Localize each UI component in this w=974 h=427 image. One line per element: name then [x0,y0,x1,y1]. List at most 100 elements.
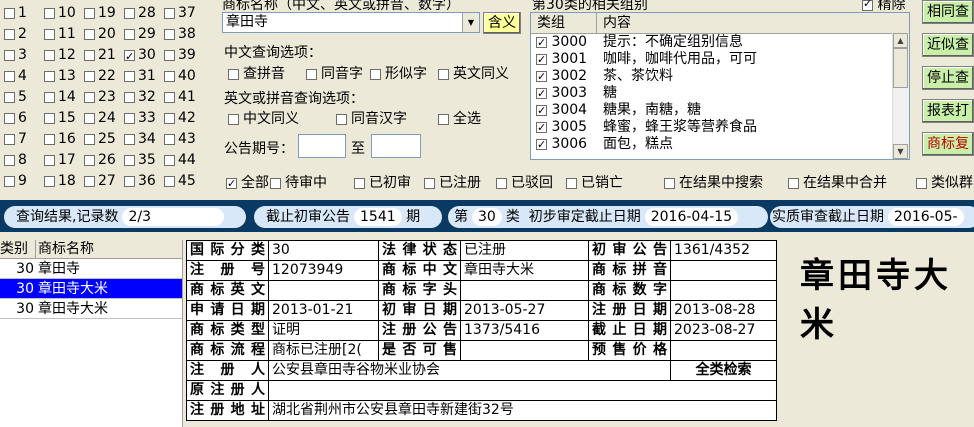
status-filter-5[interactable]: 已销亡 [566,174,623,192]
class-checkbox-10[interactable]: 10 [44,3,76,23]
class-checkbox-28[interactable]: 28 [124,3,156,23]
class-checkbox-24[interactable]: 24 [84,108,116,128]
cn-option-0[interactable]: 查拼音 [228,65,285,83]
dropdown-arrow-icon[interactable]: ▼ [462,13,479,32]
class-checkbox-1[interactable]: 1 [4,3,27,23]
class-checkbox-2[interactable]: 2 [4,24,27,44]
result-row[interactable]: 30 章田寺 [0,259,182,279]
class-checkbox-33[interactable]: 33 [124,108,156,128]
status-filter-1[interactable]: 待审中 [270,174,327,192]
related-groups-list[interactable]: 类组 内容 3000 提示：不确定组别信息 3001 咖啡，咖啡代用品，可可 300… [530,12,910,160]
checkbox-icon[interactable] [536,119,547,136]
result-list[interactable]: 类别 商标名称 30 章田寺 30 章田寺大米 30 章田寺大米 [0,240,183,427]
checkbox-icon[interactable] [536,51,547,68]
class-checkbox-30[interactable]: 30 [124,45,156,67]
search-input[interactable]: 章田寺 ▼ [222,12,480,33]
en-option-1[interactable]: 同音汉字 [336,110,407,128]
class-checkbox-7[interactable]: 7 [4,129,27,149]
result-row[interactable]: 30 章田寺大米 [0,299,182,319]
class-checkbox-5[interactable]: 5 [4,87,27,107]
search-in-option-1[interactable]: 在结果中合并 [788,174,887,192]
class-checkbox-18[interactable]: 18 [44,171,76,191]
result-name: 章田寺 [38,261,80,277]
scroll-down-icon[interactable]: ▼ [893,144,908,159]
class-checkbox-16[interactable]: 16 [44,129,76,149]
status-filter-0[interactable]: 全部 [226,174,269,193]
class-checkbox-12[interactable]: 12 [44,45,76,65]
class-checkbox-39[interactable]: 39 [164,45,196,65]
class-checkbox-26[interactable]: 26 [84,150,116,170]
report-print-button[interactable]: 报表打 [922,99,974,123]
checkbox-icon[interactable] [536,136,547,153]
class-checkbox-35[interactable]: 35 [124,150,156,170]
class-checkbox-21[interactable]: 21 [84,45,116,65]
class-checkbox-25[interactable]: 25 [84,129,116,149]
en-option-2[interactable]: 全选 [438,110,481,128]
col-group-header[interactable]: 类组 [531,13,597,33]
class-checkbox-22[interactable]: 22 [84,66,116,86]
trademark-review-button[interactable]: 商标复 [922,132,974,156]
related-row[interactable]: 3002 茶、茶饮料 [531,68,909,85]
class-checkbox-44[interactable]: 44 [164,150,196,170]
checkbox-icon[interactable] [536,102,547,119]
result-row[interactable]: 30 章田寺大米 [0,279,182,299]
class-checkbox-34[interactable]: 34 [124,129,156,149]
related-row[interactable]: 3004 糖果，南糖，糖 [531,102,909,119]
class-checkbox-29[interactable]: 29 [124,24,156,44]
class-checkbox-32[interactable]: 32 [124,87,156,107]
cn-option-2[interactable]: 形似字 [370,65,427,83]
related-row[interactable]: 3001 咖啡，咖啡代用品，可可 [531,51,909,68]
class-checkbox-9[interactable]: 9 [4,171,27,191]
class-checkbox-14[interactable]: 14 [44,87,76,107]
related-scrollbar[interactable]: ▲ ▼ [892,33,909,159]
class-checkbox-8[interactable]: 8 [4,150,27,170]
related-row[interactable]: 3000 提示：不确定组别信息 [531,34,909,51]
search-in-option-2[interactable]: 类似群 [916,174,973,192]
class-checkbox-23[interactable]: 23 [84,87,116,107]
class-checkbox-41[interactable]: 41 [164,87,196,107]
class-checkbox-38[interactable]: 38 [164,24,196,44]
class-checkbox-42[interactable]: 42 [164,108,196,128]
class-checkbox-45[interactable]: 45 [164,171,196,191]
class-checkbox-43[interactable]: 43 [164,129,196,149]
status-filter-2[interactable]: 已初审 [354,174,411,192]
col-content-header[interactable]: 内容 [597,13,897,33]
class-checkbox-4[interactable]: 4 [4,66,27,86]
class-checkbox-15[interactable]: 15 [44,108,76,128]
meaning-button[interactable]: 含义 [483,12,521,34]
class-checkbox-17[interactable]: 17 [44,150,76,170]
cn-option-1[interactable]: 同音字 [306,65,363,83]
gazette-from-input[interactable] [298,134,346,158]
status-filter-4[interactable]: 已驳回 [496,174,553,192]
search-in-option-0[interactable]: 在结果中搜索 [664,174,763,192]
class-checkbox-40[interactable]: 40 [164,66,196,86]
related-row[interactable]: 3005 蜂蜜，蜂王浆等营养食品 [531,119,909,136]
col-name-header[interactable]: 商标名称 [36,240,182,258]
class-checkbox-6[interactable]: 6 [4,108,27,128]
class-checkbox-11[interactable]: 11 [44,24,76,44]
stop-search-button[interactable]: 停止查 [922,66,974,90]
scroll-up-icon[interactable]: ▲ [893,33,908,48]
gazette-to-input[interactable] [371,134,421,158]
similar-search-button[interactable]: 近似查 [922,33,974,57]
class-checkbox-31[interactable]: 31 [124,66,156,86]
en-option-0[interactable]: 中文同义 [228,110,299,128]
scroll-thumb[interactable] [893,48,908,88]
identical-search-button[interactable]: 相同查 [922,0,974,24]
class-checkbox-37[interactable]: 37 [164,3,196,23]
class-checkbox-13[interactable]: 13 [44,66,76,86]
checkbox-icon[interactable] [536,85,547,102]
col-class-header[interactable]: 类别 [0,240,36,258]
all-class-search-button[interactable]: 全类检索 [670,360,777,381]
cn-option-3[interactable]: 英文同义 [438,65,509,83]
status-filter-3[interactable]: 已注册 [424,174,481,192]
class-checkbox-36[interactable]: 36 [124,171,156,191]
checkbox-icon[interactable] [536,34,547,51]
class-checkbox-3[interactable]: 3 [4,45,27,65]
checkbox-icon[interactable] [536,68,547,85]
related-row[interactable]: 3006 面包，糕点 [531,136,909,153]
class-checkbox-27[interactable]: 27 [84,171,116,191]
class-checkbox-20[interactable]: 20 [84,24,116,44]
class-checkbox-19[interactable]: 19 [84,3,116,23]
related-row[interactable]: 3003 糖 [531,85,909,102]
